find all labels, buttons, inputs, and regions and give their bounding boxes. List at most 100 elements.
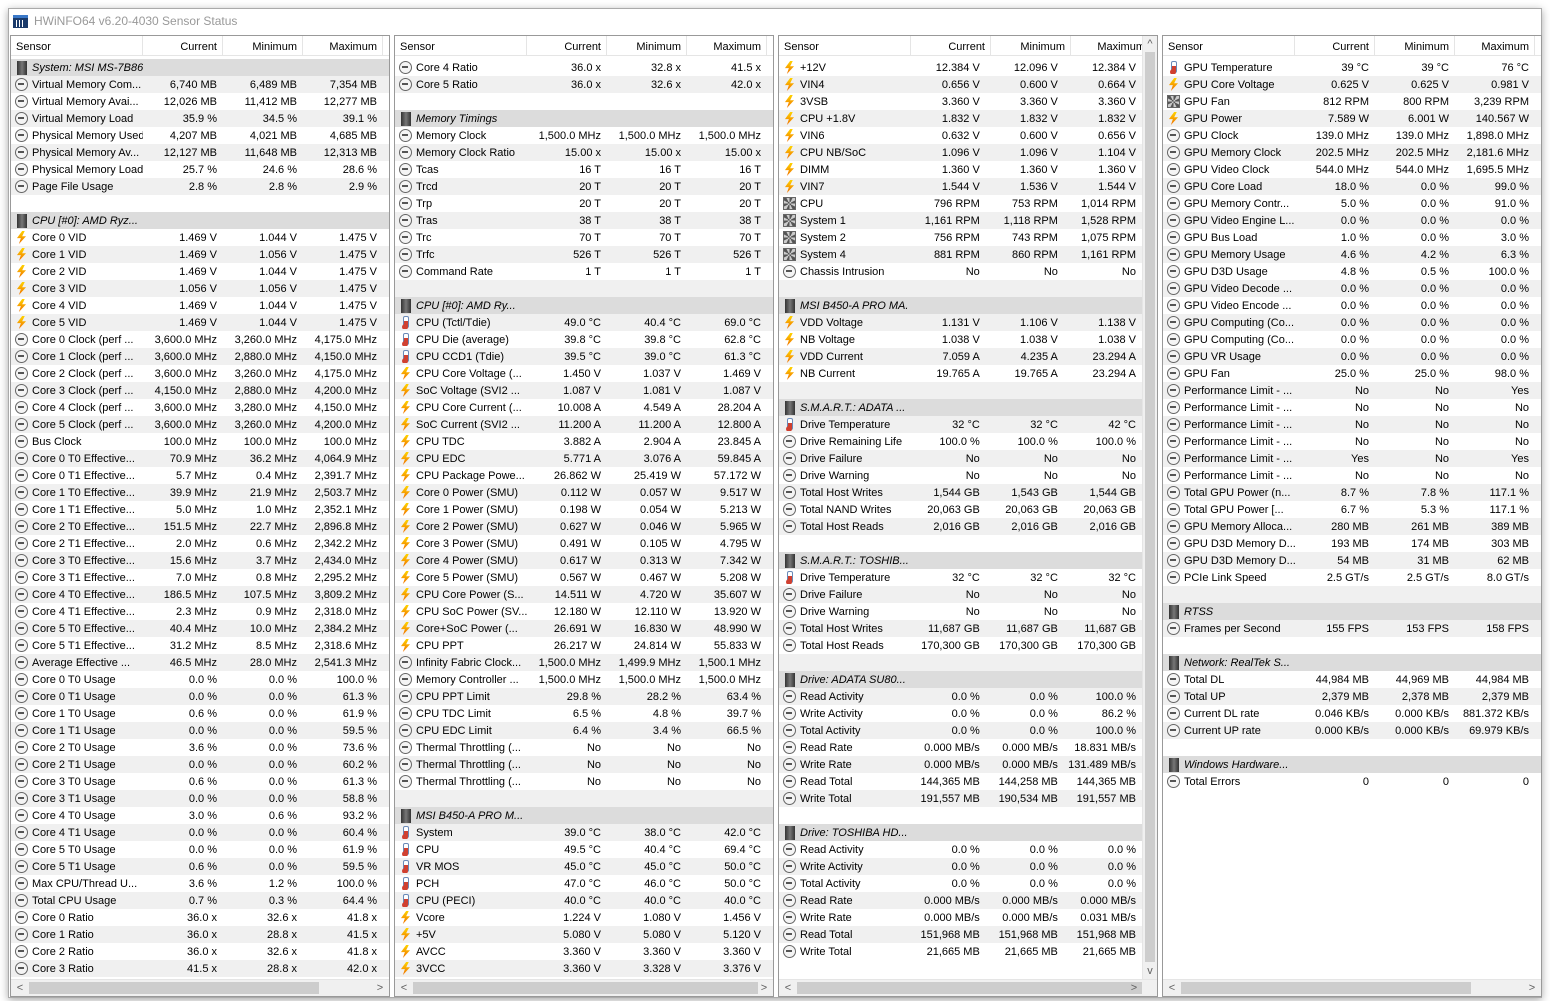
sensor-row[interactable]: GPU D3D Memory D... 54 MB 31 MB 62 MB (1163, 552, 1541, 569)
vertical-scroll-thumb[interactable] (1145, 52, 1155, 962)
sensor-row[interactable]: Drive Failure No No No (779, 586, 1142, 603)
sensor-row[interactable]: Core 4 T1 Effective... 2.3 MHz 0.9 MHz 2,31… (11, 603, 389, 620)
sensor-row[interactable]: Total CPU Usage 0.7 % 0.3 % 64.4 % (11, 892, 389, 909)
sensor-group-header[interactable]: MSI B450-A PRO M... (395, 807, 773, 824)
sensor-group-header[interactable]: System: MSI MS-7B86 (11, 59, 389, 76)
column-header-sensor[interactable]: Sensor (11, 36, 143, 55)
sensor-row[interactable]: Performance Limit - ... Yes No Yes (1163, 450, 1541, 467)
sensor-row[interactable]: Core 0 Ratio 36.0 x 32.6 x 41.8 x (11, 909, 389, 926)
sensor-row[interactable]: Write Total 191,557 MB 190,534 MB 191,557 M… (779, 790, 1142, 807)
horizontal-scrollbar[interactable]: < > (1163, 979, 1541, 996)
sensor-group-header[interactable]: S.M.A.R.T.: TOSHIB... (779, 552, 1142, 569)
sensor-row[interactable]: Thermal Throttling (... No No No (395, 773, 773, 790)
sensor-row[interactable]: Core 5 T0 Usage 0.0 % 0.0 % 61.9 % (11, 841, 389, 858)
column-header-current[interactable]: Current (143, 36, 223, 55)
sensor-row[interactable]: Core 4 Power (SMU) 0.617 W 0.313 W 7.342 W (395, 552, 773, 569)
sensor-row[interactable]: Read Total 151,968 MB 151,968 MB 151,968 MB (779, 926, 1142, 943)
sensor-group-header[interactable]: RTSS (1163, 603, 1541, 620)
sensor-row[interactable]: Read Rate 0.000 MB/s 0.000 MB/s 0.000 MB/s (779, 892, 1142, 909)
sensor-row[interactable]: GPU Clock 139.0 MHz 139.0 MHz 1,898.0 MHz (1163, 127, 1541, 144)
scroll-right-arrow-icon[interactable]: > (757, 982, 771, 994)
sensor-row[interactable]: Drive Temperature 32 °C 32 °C 32 °C (779, 569, 1142, 586)
sensor-row[interactable]: Drive Warning No No No (779, 467, 1142, 484)
sensor-row[interactable]: GPU Core Load 18.0 % 0.0 % 99.0 % (1163, 178, 1541, 195)
sensor-row[interactable]: Core 0 T0 Usage 0.0 % 0.0 % 100.0 % (11, 671, 389, 688)
sensor-row[interactable]: CPU 796 RPM 753 RPM 1,014 RPM (779, 195, 1142, 212)
scroll-left-arrow-icon[interactable]: < (1165, 982, 1179, 994)
sensor-row[interactable]: Max CPU/Thread U... 3.6 % 1.2 % 100.0 % (11, 875, 389, 892)
sensor-row[interactable]: Core 3 Ratio 41.5 x 28.8 x 42.0 x (11, 960, 389, 977)
sensor-row[interactable]: Total NAND Writes 20,063 GB 20,063 GB 20,06… (779, 501, 1142, 518)
sensor-row[interactable]: Core 4 T1 Usage 0.0 % 0.0 % 60.4 % (11, 824, 389, 841)
scroll-left-arrow-icon[interactable]: < (781, 982, 795, 994)
sensor-row[interactable]: Core 0 T1 Effective... 5.7 MHz 0.4 MHz 2,39… (11, 467, 389, 484)
sensor-row[interactable]: Core 5 T1 Usage 0.6 % 0.0 % 59.5 % (11, 858, 389, 875)
sensor-row[interactable]: NB Voltage 1.038 V 1.038 V 1.038 V (779, 331, 1142, 348)
column-header-current[interactable]: Current (911, 36, 991, 55)
sensor-row[interactable]: Write Total 21,665 MB 21,665 MB 21,665 MB (779, 943, 1142, 960)
sensor-row[interactable]: CPU (PECI) 40.0 °C 40.0 °C 40.0 °C (395, 892, 773, 909)
sensor-row[interactable]: CPU Die (average) 39.8 °C 39.8 °C 62.8 °C (395, 331, 773, 348)
sensor-row[interactable]: Core 0 T0 Effective... 70.9 MHz 36.2 MHz 4,… (11, 450, 389, 467)
sensor-row[interactable]: Total Host Writes 1,544 GB 1,543 GB 1,544 G… (779, 484, 1142, 501)
sensor-row[interactable]: Core 5 T0 Effective... 40.4 MHz 10.0 MHz 2,… (11, 620, 389, 637)
sensor-row[interactable]: Write Rate 0.000 MB/s 0.000 MB/s 0.031 MB/s (779, 909, 1142, 926)
sensor-row[interactable]: GPU Video Decode ... 0.0 % 0.0 % 0.0 % (1163, 280, 1541, 297)
sensor-row[interactable]: Memory Clock Ratio 15.00 x 15.00 x 15.00 x (395, 144, 773, 161)
horizontal-scrollbar[interactable]: < > (395, 979, 773, 996)
sensor-row[interactable]: Core 5 Ratio 36.0 x 32.6 x 42.0 x (395, 76, 773, 93)
column-header-maximum[interactable]: Maximum (1455, 36, 1535, 55)
sensor-row[interactable]: Total Host Reads 2,016 GB 2,016 GB 2,016 GB (779, 518, 1142, 535)
sensor-row[interactable]: Core 2 T0 Effective... 151.5 MHz 22.7 MHz 2… (11, 518, 389, 535)
sensor-row[interactable]: VDD Current 7.059 A 4.235 A 23.294 A (779, 348, 1142, 365)
sensor-row[interactable]: Current UP rate 0.000 KB/s 0.000 KB/s 69.97… (1163, 722, 1541, 739)
sensor-row[interactable]: Core 3 T1 Usage 0.0 % 0.0 % 58.8 % (11, 790, 389, 807)
column-header-maximum[interactable]: Maximum (687, 36, 767, 55)
sensor-row[interactable]: Physical Memory Av... 12,127 MB 11,648 MB 1… (11, 144, 389, 161)
sensor-row[interactable]: System 4 881 RPM 860 RPM 1,161 RPM (779, 246, 1142, 263)
sensor-row[interactable]: Bus Clock 100.0 MHz 100.0 MHz 100.0 MHz (11, 433, 389, 450)
horizontal-scrollbar[interactable]: < > (779, 979, 1157, 996)
sensor-row[interactable]: GPU D3D Usage 4.8 % 0.5 % 100.0 % (1163, 263, 1541, 280)
sensor-row[interactable]: GPU Computing (Co... 0.0 % 0.0 % 0.0 % (1163, 314, 1541, 331)
sensor-row[interactable]: Drive Failure No No No (779, 450, 1142, 467)
sensor-row[interactable]: PCH 47.0 °C 46.0 °C 50.0 °C (395, 875, 773, 892)
scroll-left-arrow-icon[interactable]: < (13, 982, 27, 994)
sensor-row[interactable]: Write Rate 0.000 MB/s 0.000 MB/s 131.489 MB… (779, 756, 1142, 773)
sensor-group-header[interactable]: Network: RealTek S... (1163, 654, 1541, 671)
sensor-row[interactable]: Command Rate 1 T 1 T 1 T (395, 263, 773, 280)
sensor-group-header[interactable]: Windows Hardware... (1163, 756, 1541, 773)
sensor-row[interactable]: Core 1 T1 Usage 0.0 % 0.0 % 59.5 % (11, 722, 389, 739)
sensor-row[interactable]: CPU (Tctl/Tdie) 49.0 °C 40.4 °C 69.0 °C (395, 314, 773, 331)
sensor-row[interactable]: Core 3 T0 Usage 0.6 % 0.0 % 61.3 % (11, 773, 389, 790)
sensor-row[interactable]: Core 3 VID 1.056 V 1.056 V 1.475 V (11, 280, 389, 297)
sensor-row[interactable]: VDD Voltage 1.131 V 1.106 V 1.138 V (779, 314, 1142, 331)
sensor-row[interactable]: Core 0 VID 1.469 V 1.044 V 1.475 V (11, 229, 389, 246)
sensor-row[interactable]: Core 2 T0 Usage 3.6 % 0.0 % 73.6 % (11, 739, 389, 756)
sensor-row[interactable]: Page File Usage 2.8 % 2.8 % 2.9 % (11, 178, 389, 195)
column-header-minimum[interactable]: Minimum (223, 36, 303, 55)
sensor-row[interactable]: Read Total 144,365 MB 144,258 MB 144,365 MB (779, 773, 1142, 790)
sensor-row[interactable]: Average Effective ... 46.5 MHz 28.0 MHz 2,5… (11, 654, 389, 671)
sensor-row[interactable]: Core 1 T0 Effective... 39.9 MHz 21.9 MHz 2,… (11, 484, 389, 501)
sensor-row[interactable]: CPU PPT Limit 29.8 % 28.2 % 63.4 % (395, 688, 773, 705)
sensor-row[interactable]: Core 0 Power (SMU) 0.112 W 0.057 W 9.517 W (395, 484, 773, 501)
sensor-row[interactable]: CPU TDC 3.882 A 2.904 A 23.845 A (395, 433, 773, 450)
sensor-row[interactable]: Total GPU Power [... 6.7 % 5.3 % 117.1 % (1163, 501, 1541, 518)
sensor-row[interactable]: SoC Current (SVI2 ... 11.200 A 11.200 A 12.… (395, 416, 773, 433)
column-header-sensor[interactable]: Sensor (1163, 36, 1295, 55)
sensor-row[interactable]: Current DL rate 0.046 KB/s 0.000 KB/s 881.3… (1163, 705, 1541, 722)
column-header-current[interactable]: Current (527, 36, 607, 55)
sensor-row[interactable]: GPU D3D Memory D... 193 MB 174 MB 303 MB (1163, 535, 1541, 552)
sensor-row[interactable]: Core 5 Clock (perf ... 3,600.0 MHz 3,260.0… (11, 416, 389, 433)
sensor-row[interactable]: +12V 12.384 V 12.096 V 12.384 V (779, 59, 1142, 76)
sensor-row[interactable]: Core+SoC Power (... 26.691 W 16.830 W 48.99… (395, 620, 773, 637)
sensor-row[interactable]: System 39.0 °C 38.0 °C 42.0 °C (395, 824, 773, 841)
sensor-row[interactable]: Total Activity 0.0 % 0.0 % 0.0 % (779, 875, 1142, 892)
sensor-group-header[interactable]: Memory Timings (395, 110, 773, 127)
sensor-row[interactable]: Total Activity 0.0 % 0.0 % 100.0 % (779, 722, 1142, 739)
horizontal-scroll-thumb[interactable] (413, 982, 758, 994)
sensor-row[interactable]: CPU CCD1 (Tdie) 39.5 °C 39.0 °C 61.3 °C (395, 348, 773, 365)
sensor-row[interactable]: Core 0 Clock (perf ... 3,600.0 MHz 3,260.0… (11, 331, 389, 348)
scroll-down-arrow-icon[interactable]: v (1143, 965, 1157, 977)
